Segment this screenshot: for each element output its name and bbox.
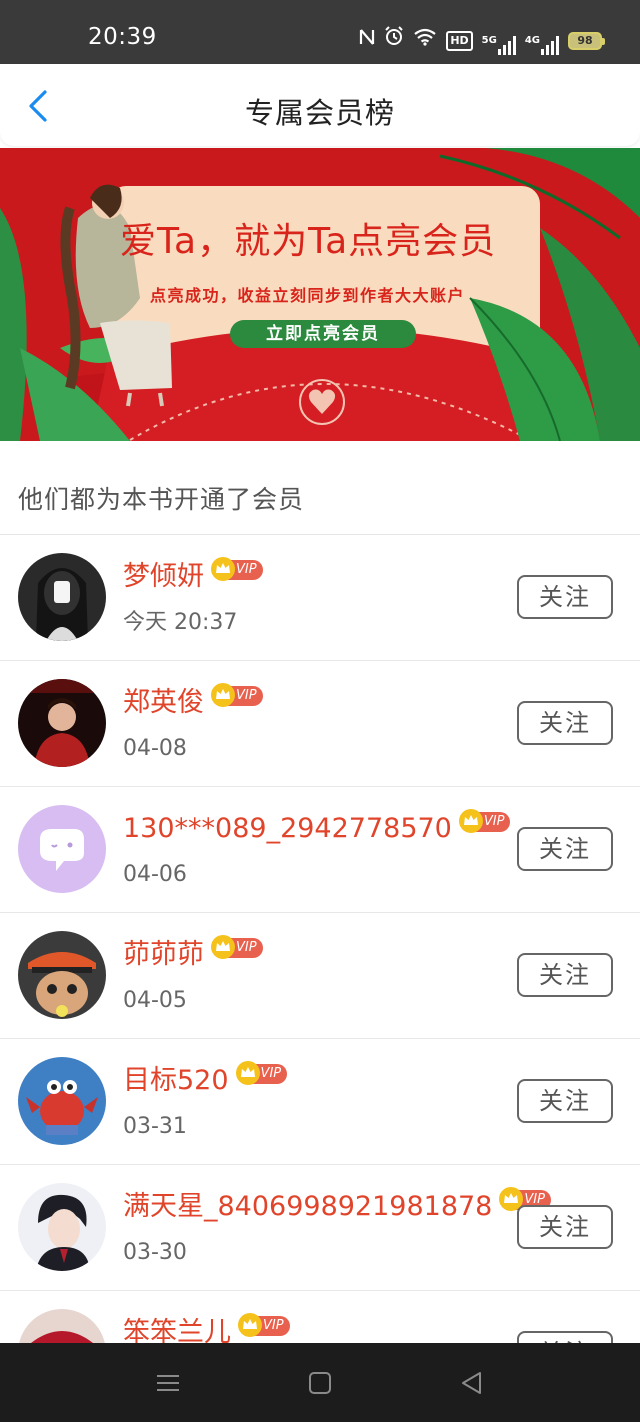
light-up-vip-button[interactable]: 立即点亮会员 [230,320,416,348]
signal-5g-icon: 5G [482,27,516,55]
member-name-line: 梦倾妍 VIP [123,557,263,596]
section-title: 他们都为本书开通了会员 [18,485,305,514]
nfc-icon [359,27,375,55]
crown-icon [211,683,235,707]
vip-badge: VIP [238,1313,290,1337]
member-date: 03-31 [123,1114,187,1139]
member-date: 04-06 [123,862,187,887]
avatar[interactable] [18,805,106,893]
system-nav-bar [0,1343,640,1422]
list-item[interactable]: 130***089_2942778570 VIP 04-06 关注 [0,787,640,913]
member-name-line: 郑英俊 VIP [123,683,263,722]
member-name-line: 130***089_2942778570 VIP [123,809,511,848]
page-title: 专属会员榜 [244,96,395,130]
member-date: 今天 20:37 [123,610,238,635]
list-item[interactable]: 笨笨兰儿 VIP 关注 [0,1291,640,1343]
crown-icon [458,809,483,833]
net-4g-label: 4G [524,34,540,46]
vip-label: VIP [236,940,257,955]
avatar[interactable] [18,1183,106,1271]
follow-button[interactable]: 关注 [517,575,613,619]
member-name[interactable]: 郑英俊 [123,684,204,722]
list-item[interactable]: 满天星_8406998921981878 VIP 03-30 关注 [0,1165,640,1291]
member-date: 04-08 [123,736,187,761]
list-item[interactable]: 郑英俊 VIP 04-08 关注 [0,661,640,787]
wifi-icon [413,27,437,55]
member-name-line: 满天星_8406998921981878 VIP [123,1187,551,1226]
home-square-icon[interactable] [306,1369,334,1397]
vip-badge: VIP [211,683,263,707]
avatar[interactable] [18,679,106,767]
member-name[interactable]: 130***089_2942778570 [123,810,452,848]
member-name[interactable]: 目标520 [123,1062,229,1100]
crown-icon [211,557,235,581]
status-bar: 20:39 HD 5G 4G 98 [0,0,640,64]
member-name-line: 目标520 VIP [123,1061,288,1100]
follow-button[interactable]: 关注 [517,1079,613,1123]
battery-icon: 98 [568,31,605,50]
banner-subline: 点亮成功，收益立刻同步到作者大大账户 [150,286,466,305]
member-name[interactable]: 梦倾妍 [123,558,204,596]
member-name-line: 茆茆茆 VIP [123,935,263,974]
status-time: 20:39 [88,24,157,50]
avatar[interactable] [18,553,106,641]
chat-bubble-icon [18,805,106,893]
banner-headline: 爱Ta，就为Ta点亮会员 [120,221,497,262]
follow-button[interactable]: 关注 [517,1331,613,1343]
member-name-line: 笨笨兰儿 VIP [123,1313,290,1343]
signal-4g-icon: 4G [525,27,559,55]
alarm-icon [384,26,404,55]
member-name[interactable]: 茆茆茆 [123,936,204,974]
vip-badge: VIP [211,557,263,581]
crown-icon [235,1061,260,1085]
member-date: 03-30 [123,1240,187,1265]
vip-badge: VIP [211,935,263,959]
vip-label: VIP [260,1066,282,1081]
follow-button[interactable]: 关注 [517,827,613,871]
back-triangle-icon[interactable] [458,1369,486,1397]
status-icons: HD 5G 4G 98 [359,26,605,55]
member-name[interactable]: 笨笨兰儿 [123,1314,231,1343]
nav-bar: 专属会员榜 [0,64,640,146]
menu-icon[interactable] [154,1369,182,1397]
vip-label: VIP [483,814,505,829]
member-date: 04-05 [123,988,187,1013]
follow-button[interactable]: 关注 [517,701,613,745]
promo-banner[interactable]: 爱Ta，就为Ta点亮会员 点亮成功，收益立刻同步到作者大大账户 立即点亮会员 [0,148,640,441]
avatar[interactable] [18,931,106,1019]
vip-label: VIP [236,562,257,577]
net-5g-label: 5G [481,34,497,46]
avatar[interactable] [18,1309,106,1343]
list-item[interactable]: 梦倾妍 VIP 今天 20:37 关注 [0,535,640,661]
hd-icon: HD [446,30,473,51]
follow-button[interactable]: 关注 [517,1205,613,1249]
avatar[interactable] [18,1057,106,1145]
crown-icon [238,1313,262,1337]
follow-button[interactable]: 关注 [517,953,613,997]
list-item[interactable]: 目标520 VIP 03-31 关注 [0,1039,640,1165]
list-item[interactable]: 茆茆茆 VIP 04-05 关注 [0,913,640,1039]
vip-badge: VIP [235,1061,288,1085]
crown-icon [211,935,235,959]
vip-label: VIP [263,1318,284,1333]
vip-badge: VIP [458,809,511,833]
member-name[interactable]: 满天星_8406998921981878 [123,1188,492,1226]
member-list: 梦倾妍 VIP 今天 20:37 关注 郑英俊 VIP 04-08 关注 130… [0,535,640,1343]
vip-label: VIP [236,688,257,703]
